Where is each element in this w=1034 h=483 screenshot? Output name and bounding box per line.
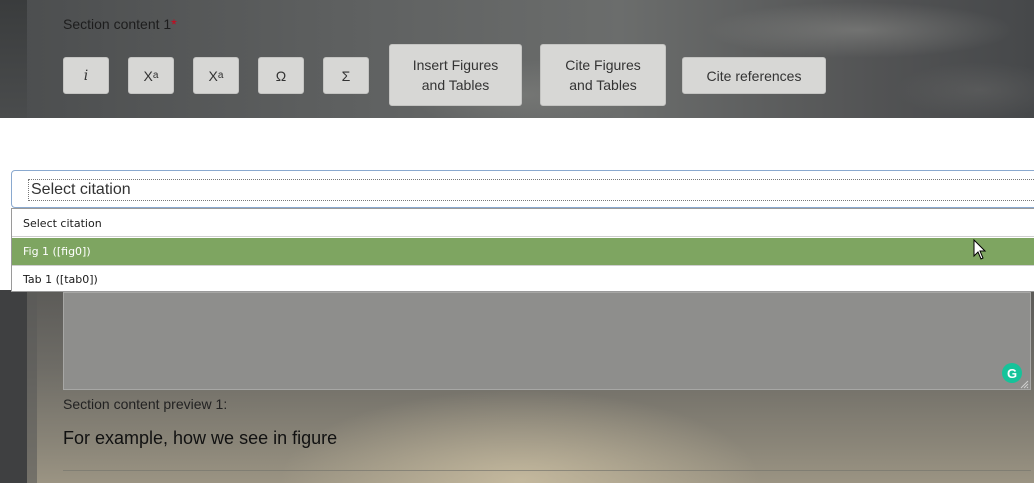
left-edge-lower (0, 290, 27, 483)
section-content-label: Section content 1* (63, 16, 177, 32)
preview-label: Section content preview 1: (63, 396, 228, 412)
resize-handle-icon[interactable] (1020, 380, 1029, 389)
side-strip (27, 290, 37, 483)
grammarly-icon[interactable]: G (1002, 363, 1022, 383)
left-edge (0, 0, 27, 118)
editor-toolbar-area: Section content 1* i Xa Xa Ω Σ Insert Fi… (0, 0, 1034, 118)
citation-dropdown-list: Select citation Fig 1 ([fig0]) Tab 1 ([t… (11, 208, 1034, 292)
italic-button[interactable]: i (63, 57, 109, 94)
mouse-pointer-icon (973, 239, 987, 260)
subscript-button[interactable]: Xa (193, 57, 239, 94)
omega-button[interactable]: Ω (258, 57, 304, 94)
superscript-button[interactable]: Xa (128, 57, 174, 94)
citation-select-value: Select citation (28, 179, 1034, 201)
section-content-textarea[interactable] (63, 292, 1031, 390)
cite-figures-tables-button[interactable]: Cite Figures and Tables (540, 44, 666, 106)
citation-select[interactable]: Select citation (11, 170, 1034, 208)
citation-option-fig1[interactable]: Fig 1 ([fig0]) (12, 238, 1034, 265)
preview-divider (63, 470, 1031, 471)
preview-text: For example, how we see in figure (63, 428, 338, 448)
cite-references-button[interactable]: Cite references (682, 57, 826, 94)
sigma-button[interactable]: Σ (323, 57, 369, 94)
required-marker: * (171, 16, 177, 32)
citation-option-tab1[interactable]: Tab 1 ([tab0]) (12, 265, 1034, 292)
insert-figures-tables-button[interactable]: Insert Figures and Tables (389, 44, 522, 106)
citation-option-select[interactable]: Select citation (12, 210, 1034, 237)
